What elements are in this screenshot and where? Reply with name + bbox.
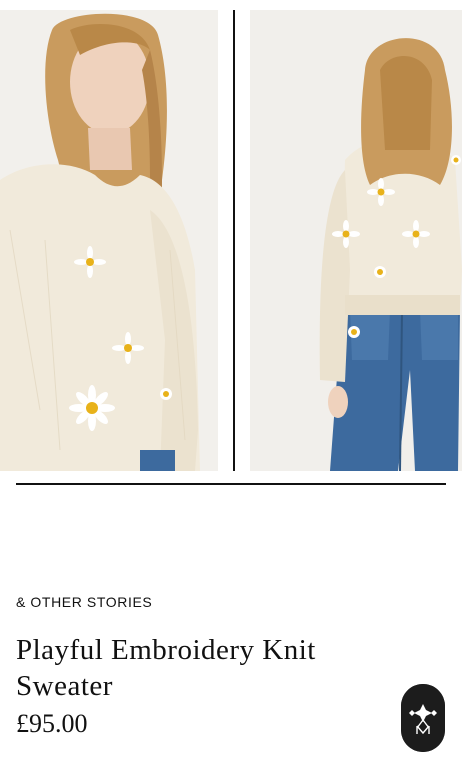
section-divider (16, 483, 446, 485)
gallery-divider (233, 10, 235, 471)
product-photo-back-illustration (250, 10, 462, 471)
product-image-front[interactable] (0, 10, 218, 471)
product-image-gallery[interactable] (0, 10, 462, 471)
product-photo-front-illustration (0, 10, 218, 471)
assistant-button[interactable] (401, 684, 445, 752)
product-price: £95.00 (16, 709, 88, 738)
brand-name[interactable]: & OTHER STORIES (16, 594, 152, 610)
product-title: Playful Embroidery Knit Sweater (16, 634, 316, 702)
product-image-back[interactable] (250, 10, 462, 471)
monogram-logo-icon (401, 684, 445, 752)
